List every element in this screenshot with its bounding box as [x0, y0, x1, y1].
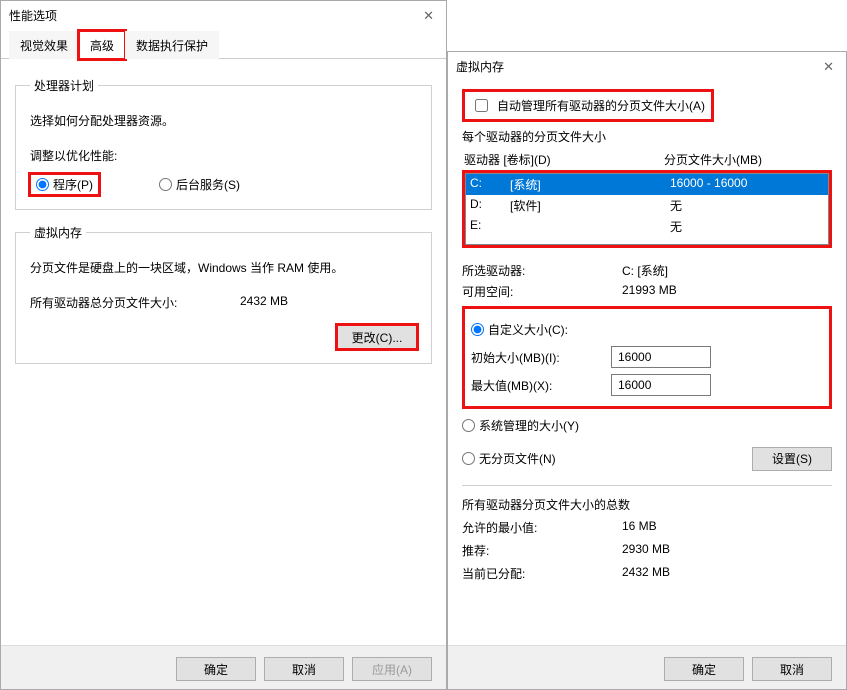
processor-scheduling-desc: 选择如何分配处理器资源。 — [30, 112, 417, 129]
free-space-value: 21993 MB — [622, 283, 677, 300]
cancel-button[interactable]: 取消 — [752, 657, 832, 681]
radio-no-paging[interactable]: 无分页文件(N) — [462, 450, 752, 467]
tab-visual-effects[interactable]: 视觉效果 — [9, 31, 79, 59]
each-drive-legend: 每个驱动器的分页文件大小 — [462, 128, 832, 145]
radio-background-input[interactable] — [159, 178, 172, 191]
tab-dep[interactable]: 数据执行保护 — [125, 31, 219, 59]
radio-background-label: 后台服务(S) — [176, 176, 240, 193]
radio-programs-label: 程序(P) — [53, 176, 93, 193]
drive-size: 无 — [670, 218, 824, 235]
dialog-body: 自动管理所有驱动器的分页文件大小(A) 每个驱动器的分页文件大小 驱动器 [卷标… — [448, 79, 846, 598]
total-paging-value: 2432 MB — [240, 294, 288, 311]
selected-drive-label: 所选驱动器: — [462, 262, 622, 279]
performance-options-dialog: 性能选项 ✕ 视觉效果 高级 数据执行保护 处理器计划 选择如何分配处理器资源。… — [0, 0, 447, 690]
drive-letter: D: — [470, 197, 510, 214]
processor-scheduling-legend: 处理器计划 — [30, 77, 98, 94]
drive-size: 16000 - 16000 — [670, 176, 824, 193]
tabs: 视觉效果 高级 数据执行保护 — [1, 30, 446, 59]
tab-advanced[interactable]: 高级 — [79, 31, 125, 59]
auto-manage-label: 自动管理所有驱动器的分页文件大小(A) — [497, 97, 705, 114]
drive-list-headers: 驱动器 [卷标](D) 分页文件大小(MB) — [462, 149, 832, 170]
tab-body-advanced: 处理器计划 选择如何分配处理器资源。 调整以优化性能: 程序(P) 后台服务(S… — [1, 59, 446, 388]
close-icon[interactable]: ✕ — [419, 8, 438, 24]
drive-letter: C: — [470, 176, 510, 193]
initial-size-label: 初始大小(MB)(I): — [471, 349, 611, 366]
totals-legend: 所有驱动器分页文件大小的总数 — [462, 496, 832, 513]
recommended-value: 2930 MB — [622, 542, 670, 559]
processor-scheduling-group: 处理器计划 选择如何分配处理器资源。 调整以优化性能: 程序(P) 后台服务(S… — [15, 77, 432, 210]
initial-size-input[interactable] — [611, 346, 711, 368]
min-allowed-value: 16 MB — [622, 519, 657, 536]
radio-programs[interactable]: 程序(P) — [30, 174, 99, 195]
radio-no-paging-label: 无分页文件(N) — [479, 450, 556, 467]
titlebar: 性能选项 ✕ — [1, 1, 446, 28]
close-icon[interactable]: ✕ — [819, 59, 838, 75]
recommended-label: 推荐: — [462, 542, 622, 559]
radio-custom-label: 自定义大小(C): — [488, 321, 568, 338]
ok-button[interactable]: 确定 — [664, 657, 744, 681]
radio-background-services[interactable]: 后台服务(S) — [159, 176, 240, 193]
apply-button[interactable]: 应用(A) — [352, 657, 432, 681]
col-size-header: 分页文件大小(MB) — [664, 151, 762, 168]
total-paging-label: 所有驱动器总分页文件大小: — [30, 294, 240, 311]
change-button[interactable]: 更改(C)... — [337, 325, 417, 349]
currently-allocated-label: 当前已分配: — [462, 565, 622, 582]
auto-manage-checkbox[interactable]: 自动管理所有驱动器的分页文件大小(A) — [462, 89, 714, 122]
drive-label — [510, 218, 670, 235]
titlebar: 虚拟内存 ✕ — [448, 52, 846, 79]
set-button[interactable]: 设置(S) — [752, 447, 832, 471]
footer: 确定 取消 — [448, 645, 846, 689]
radio-system-managed[interactable]: 系统管理的大小(Y) — [462, 417, 832, 434]
col-drive-header: 驱动器 [卷标](D) — [464, 151, 664, 168]
radio-custom-input[interactable] — [471, 323, 484, 336]
drive-list-section: 驱动器 [卷标](D) 分页文件大小(MB) C: [系统] 16000 - 1… — [462, 149, 832, 248]
virtual-memory-dialog: 虚拟内存 ✕ 自动管理所有驱动器的分页文件大小(A) 每个驱动器的分页文件大小 … — [447, 51, 847, 690]
currently-allocated-value: 2432 MB — [622, 565, 670, 582]
drive-label: [系统] — [510, 176, 670, 193]
radio-system-label: 系统管理的大小(Y) — [479, 417, 579, 434]
virtual-memory-group: 虚拟内存 分页文件是硬盘上的一块区域，Windows 当作 RAM 使用。 所有… — [15, 224, 432, 364]
adjust-label: 调整以优化性能: — [30, 147, 417, 164]
drive-size: 无 — [670, 197, 824, 214]
dialog-title: 性能选项 — [9, 7, 57, 24]
min-allowed-label: 允许的最小值: — [462, 519, 622, 536]
auto-manage-input[interactable] — [475, 99, 488, 112]
free-space-label: 可用空间: — [462, 283, 622, 300]
totals-section: 允许的最小值: 16 MB 推荐: 2930 MB 当前已分配: 2432 MB — [462, 519, 832, 582]
max-size-label: 最大值(MB)(X): — [471, 377, 611, 394]
drive-label: [软件] — [510, 197, 670, 214]
cancel-button[interactable]: 取消 — [264, 657, 344, 681]
virtual-memory-desc: 分页文件是硬盘上的一块区域，Windows 当作 RAM 使用。 — [30, 259, 417, 276]
dialog-title: 虚拟内存 — [456, 58, 504, 75]
selected-drive-value: C: [系统] — [622, 262, 668, 279]
drive-row[interactable]: E: 无 — [466, 216, 828, 237]
max-size-input[interactable] — [611, 374, 711, 396]
virtual-memory-legend: 虚拟内存 — [30, 224, 86, 241]
footer: 确定 取消 应用(A) — [1, 645, 446, 689]
radio-no-paging-input[interactable] — [462, 452, 475, 465]
drive-list[interactable]: C: [系统] 16000 - 16000 D: [软件] 无 E: 无 — [465, 173, 829, 245]
radio-programs-input[interactable] — [36, 178, 49, 191]
drive-letter: E: — [470, 218, 510, 235]
drive-row[interactable]: C: [系统] 16000 - 16000 — [466, 174, 828, 195]
radio-custom-size[interactable]: 自定义大小(C): — [471, 321, 823, 338]
ok-button[interactable]: 确定 — [176, 657, 256, 681]
drive-row[interactable]: D: [软件] 无 — [466, 195, 828, 216]
radio-system-input[interactable] — [462, 419, 475, 432]
